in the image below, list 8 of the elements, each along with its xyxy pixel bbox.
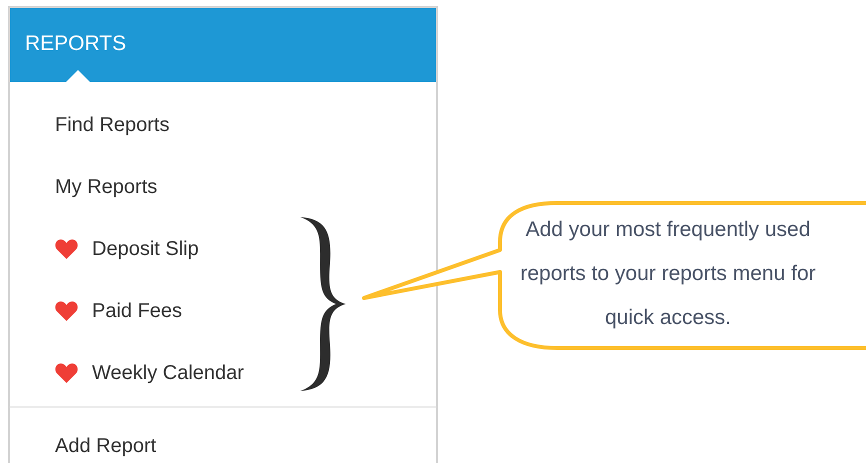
menu-item[interactable]: Find Reports	[10, 94, 170, 156]
menu-item[interactable]: My Reports	[10, 156, 158, 218]
menu-item[interactable]: Add Report	[10, 408, 156, 463]
menu-item[interactable]: Weekly Calendar	[10, 342, 244, 404]
callout-text: Add your most frequently used reports to your reports menu for quick access.	[520, 217, 816, 331]
menu-item[interactable]: Deposit Slip	[10, 218, 199, 280]
menu-item[interactable]: Paid Fees	[10, 280, 182, 342]
menu-title: REPORTS	[25, 32, 126, 56]
